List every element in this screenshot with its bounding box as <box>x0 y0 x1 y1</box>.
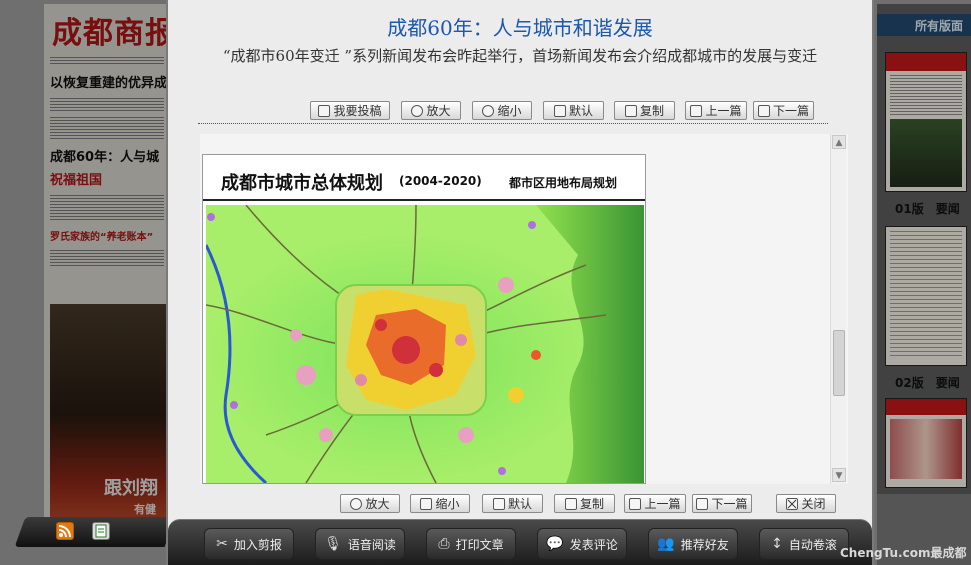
default-size-label: 默认 <box>568 104 593 118</box>
next-icon <box>757 104 770 117</box>
previous-article-button-bottom[interactable]: 上一篇 <box>624 494 686 513</box>
newspaper-text-lines <box>50 195 164 221</box>
add-clipping-label: 加入剪报 <box>233 537 282 552</box>
zoom-out-button-bottom[interactable]: 缩小 <box>410 494 470 513</box>
zoom-in-button-bottom[interactable]: 放大 <box>340 494 400 513</box>
next-article-label: 下一篇 <box>772 104 809 118</box>
next-article-button[interactable]: 下一篇 <box>753 101 814 120</box>
scroll-up-icon[interactable]: ▲ <box>832 135 846 149</box>
content-scrollbar[interactable]: ▲ ▼ <box>830 134 846 484</box>
recommend-friend-button[interactable]: 👥 推荐好友 <box>648 528 738 560</box>
scroll-arrows-icon: ↕ <box>771 536 783 552</box>
copy-button-bottom[interactable]: 复制 <box>554 494 615 513</box>
default-size-icon <box>553 104 566 117</box>
zoom-in-icon <box>350 497 363 510</box>
page-thumbnail[interactable] <box>885 52 967 192</box>
previous-article-button[interactable]: 上一篇 <box>685 101 747 120</box>
submit-article-button[interactable]: 我要投稿 <box>310 101 390 120</box>
copy-icon <box>564 497 577 510</box>
newspaper-text-lines <box>50 57 164 65</box>
newspaper-photo-caption: 跟刘翔 <box>104 478 158 499</box>
zoom-out-icon <box>420 497 433 510</box>
default-size-button-bottom[interactable]: 默认 <box>482 494 543 513</box>
previous-icon <box>629 497 642 510</box>
scroll-down-icon[interactable]: ▼ <box>832 468 846 482</box>
newspaper-text-lines <box>50 98 164 112</box>
map-title: 成都市城市总体规划 <box>221 173 383 194</box>
next-icon <box>696 497 709 510</box>
printer-icon: ⎙ <box>438 536 450 552</box>
zoom-out-label: 缩小 <box>435 497 460 511</box>
print-article-button[interactable]: ⎙ 打印文章 <box>426 528 516 560</box>
land-use-map <box>206 205 644 483</box>
print-article-label: 打印文章 <box>455 537 504 552</box>
friends-icon: 👥 <box>657 536 675 552</box>
copy-button[interactable]: 复制 <box>614 101 675 120</box>
newspaper-photo-subcaption: 有健 <box>134 503 156 516</box>
copy-label: 复制 <box>639 104 664 118</box>
previous-article-label: 上一篇 <box>705 104 742 118</box>
default-size-icon <box>492 497 505 510</box>
all-pages-title: 所有版面 <box>877 14 971 36</box>
add-clipping-button[interactable]: ✂ 加入剪报 <box>204 528 294 560</box>
previous-article-label: 上一篇 <box>644 497 681 511</box>
map-years: (2004-2020) <box>399 174 482 188</box>
zoom-out-button[interactable]: 缩小 <box>472 101 532 120</box>
site-watermark: ChengTu.com最成都 <box>840 546 967 560</box>
page-thumbnail[interactable] <box>885 226 967 366</box>
scrollbar-thumb[interactable] <box>833 330 845 396</box>
default-size-label: 默认 <box>507 497 532 511</box>
planning-map-image: 成都市城市总体规划 (2004-2020) 都市区用地布局规划 <box>202 154 646 484</box>
scissors-icon: ✂ <box>216 536 228 552</box>
next-article-button-bottom[interactable]: 下一篇 <box>692 494 752 513</box>
zoom-in-label: 放大 <box>365 497 390 511</box>
newspaper-text-lines <box>50 117 164 139</box>
page-thumbnail-label[interactable]: 02版 要闻 <box>895 374 960 391</box>
comment-icon: 💬 <box>546 536 564 552</box>
next-article-label: 下一篇 <box>711 497 748 511</box>
newspaper-feature: 罗氏家族的“养老账本” <box>50 232 154 243</box>
zoom-out-label: 缩小 <box>497 104 522 118</box>
close-button[interactable]: 关闭 <box>776 494 836 513</box>
article-title: 成都60年：人与城市和谐发展 <box>387 16 653 40</box>
submit-article-label: 我要投稿 <box>333 104 382 118</box>
auto-scroll-button[interactable]: ↕ 自动卷滚 <box>759 528 849 560</box>
map-subtitle: 都市区用地布局规划 <box>509 176 618 190</box>
newspaper-headline: 成都60年：人与城 <box>50 150 160 165</box>
recommend-friend-label: 推荐好友 <box>680 537 729 552</box>
zoom-in-label: 放大 <box>426 104 451 118</box>
voice-reading-button[interactable]: 🎙 语音阅读 <box>315 528 405 560</box>
previous-icon <box>690 104 703 117</box>
close-icon <box>786 497 799 510</box>
post-comment-button[interactable]: 💬 发表评论 <box>537 528 627 560</box>
auto-scroll-label: 自动卷滚 <box>788 537 837 552</box>
copy-label: 复制 <box>579 497 604 511</box>
default-size-button[interactable]: 默认 <box>543 101 604 120</box>
map-header: 成都市城市总体规划 (2004-2020) 都市区用地布局规划 <box>203 155 645 201</box>
newspaper-headline: 以恢复重建的优异成 <box>50 76 168 91</box>
toolbar-divider <box>198 123 828 124</box>
newspaper-masthead: 成都商报 <box>52 16 170 51</box>
microphone-icon: 🎙 <box>324 536 342 552</box>
post-comment-label: 发表评论 <box>569 537 618 552</box>
zoom-in-button[interactable]: 放大 <box>401 101 461 120</box>
newspaper-banner: 祝福祖国 <box>50 173 103 188</box>
submit-icon <box>318 104 331 117</box>
page-thumbnails-panel: 所有版面 01版 要闻 02版 要闻 <box>877 4 971 494</box>
close-label: 关闭 <box>801 497 826 511</box>
page-thumbnail[interactable] <box>885 398 967 488</box>
article-subtitle: “成都市60年变迁 ”系列新闻发布会昨起举行，首场新闻发布会介绍成都城市的发展与… <box>222 47 818 65</box>
copy-icon <box>624 104 637 117</box>
rss-icon[interactable] <box>56 522 74 540</box>
newspaper-page[interactable]: 成都商报 以恢复重建的优异成 成都60年：人与城 祝福祖国 罗氏家族的“养老账本… <box>44 4 170 524</box>
zoom-in-icon <box>411 104 424 117</box>
page-thumbnail-label[interactable]: 01版 要闻 <box>895 200 960 217</box>
voice-reading-label: 语音阅读 <box>347 537 396 552</box>
newspaper-text-lines <box>50 250 164 268</box>
zoom-out-icon <box>482 104 495 117</box>
document-icon[interactable] <box>92 522 110 540</box>
